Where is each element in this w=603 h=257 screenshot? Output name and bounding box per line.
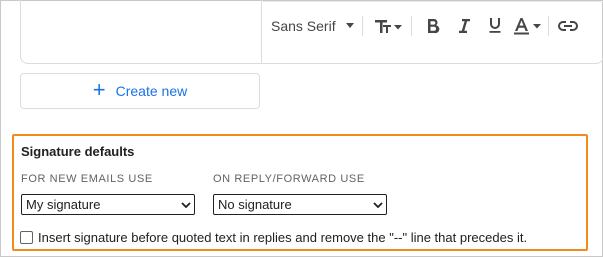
new-emails-signature-select[interactable]: My signature <box>21 194 195 215</box>
plus-icon: + <box>92 77 106 102</box>
insert-before-quoted-label[interactable]: Insert signature before quoted text in r… <box>38 230 527 245</box>
text-size-icon <box>374 19 402 33</box>
italic-icon <box>458 18 470 33</box>
toolbar-divider <box>361 15 363 36</box>
reply-forward-signature-select[interactable]: No signature <box>213 194 387 215</box>
signature-defaults-section: Signature defaults FOR NEW EMAILS USE ON… <box>12 134 588 251</box>
signature-list-area[interactable] <box>21 0 262 63</box>
formatting-toolbar: Sans Serif <box>263 1 603 49</box>
underline-button[interactable] <box>480 12 510 40</box>
bold-button[interactable] <box>418 12 448 40</box>
create-new-button[interactable]: + Create new <box>20 73 260 109</box>
text-size-button[interactable] <box>369 12 407 40</box>
new-emails-signature-value: My signature <box>26 197 101 212</box>
chevron-down-icon <box>345 23 354 28</box>
underline-icon <box>489 18 501 33</box>
link-button[interactable] <box>555 12 581 40</box>
font-family-label: Sans Serif <box>271 17 336 34</box>
insert-before-quoted-row: Insert signature before quoted text in r… <box>20 230 527 245</box>
chevron-down-icon <box>178 201 194 208</box>
new-emails-label: FOR NEW EMAILS USE <box>21 173 153 185</box>
signature-defaults-title: Signature defaults <box>21 144 135 159</box>
text-color-button[interactable] <box>510 12 544 40</box>
bold-icon <box>427 18 439 33</box>
chevron-down-icon <box>370 201 386 208</box>
reply-forward-signature-value: No signature <box>218 197 292 212</box>
italic-button[interactable] <box>448 12 480 40</box>
toolbar-divider <box>547 15 549 36</box>
link-icon <box>557 20 578 31</box>
text-color-icon <box>513 17 541 34</box>
create-new-label: Create new <box>115 83 188 99</box>
font-family-select[interactable]: Sans Serif <box>271 12 354 40</box>
reply-forward-label: ON REPLY/FORWARD USE <box>213 173 365 185</box>
insert-before-quoted-checkbox[interactable] <box>20 231 33 244</box>
settings-panel: Sans Serif + Create new Signature defaul… <box>0 0 603 257</box>
toolbar-divider <box>410 15 412 36</box>
signature-editor: Sans Serif <box>20 0 603 64</box>
